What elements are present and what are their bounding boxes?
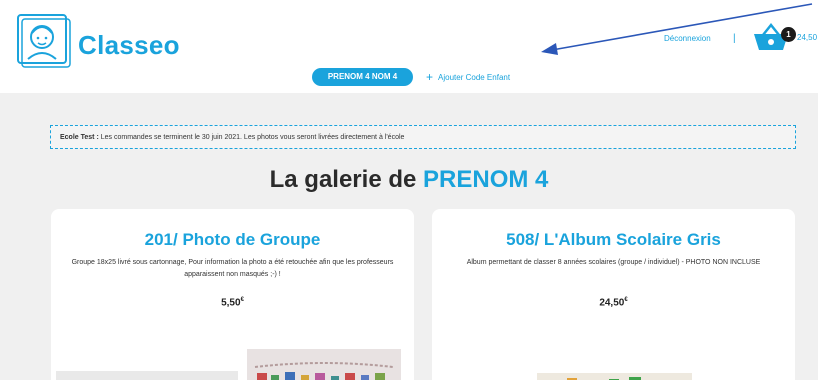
product-title[interactable]: 201/ Photo de Groupe	[51, 230, 414, 250]
cart-total[interactable]: 24,50	[797, 33, 817, 42]
product-description: Groupe 18x25 livré sous cartonnage, Pour…	[71, 259, 394, 278]
gallery-title-name: PRENOM 4	[423, 166, 549, 193]
product-description: Album permettant de classer 8 années sco…	[466, 259, 761, 266]
price-currency: €	[240, 297, 244, 303]
site-header: Classeo Déconnexion | 1 24,50 PRENOM 4 N…	[0, 0, 818, 93]
price-currency: €	[624, 297, 628, 303]
header-separator: |	[733, 33, 736, 44]
price-value: 5,50	[221, 297, 241, 309]
product-image[interactable]	[56, 371, 238, 380]
product-price: 24,50€	[432, 297, 795, 308]
product-card[interactable]: 508/ L'Album Scolaire Gris Album permett…	[432, 209, 795, 380]
product-title[interactable]: 508/ L'Album Scolaire Gris	[432, 230, 795, 250]
product-image[interactable]	[247, 349, 401, 380]
group-photo-image	[247, 349, 401, 380]
add-child-code-label: Ajouter Code Enfant	[438, 73, 511, 82]
product-price: 5,50€	[51, 297, 414, 308]
product-image[interactable]	[537, 373, 692, 380]
plus-icon: +	[426, 70, 434, 84]
gallery-title-prefix: La galerie de	[269, 166, 417, 193]
classeo-logo-icon[interactable]	[16, 13, 72, 69]
add-child-code-link[interactable]: + Ajouter Code Enfant	[426, 70, 510, 84]
notice-school: Ecole Test :	[60, 134, 99, 141]
notice-message: Les commandes se terminent le 30 juin 20…	[100, 134, 405, 141]
logout-link[interactable]: Déconnexion	[664, 34, 711, 43]
gallery-title: La galerie de PRENOM 4	[0, 166, 818, 194]
brand-name[interactable]: Classeo	[78, 30, 180, 61]
product-card[interactable]: 201/ Photo de Groupe Groupe 18x25 livré …	[51, 209, 414, 380]
child-selector-button[interactable]: PRENOM 4 NOM 4	[312, 68, 413, 86]
price-value: 24,50	[599, 297, 625, 309]
album-image	[537, 373, 692, 380]
school-notice: Ecole Test : Les commandes se terminent …	[50, 125, 796, 149]
cart-count-badge: 1	[781, 27, 796, 42]
